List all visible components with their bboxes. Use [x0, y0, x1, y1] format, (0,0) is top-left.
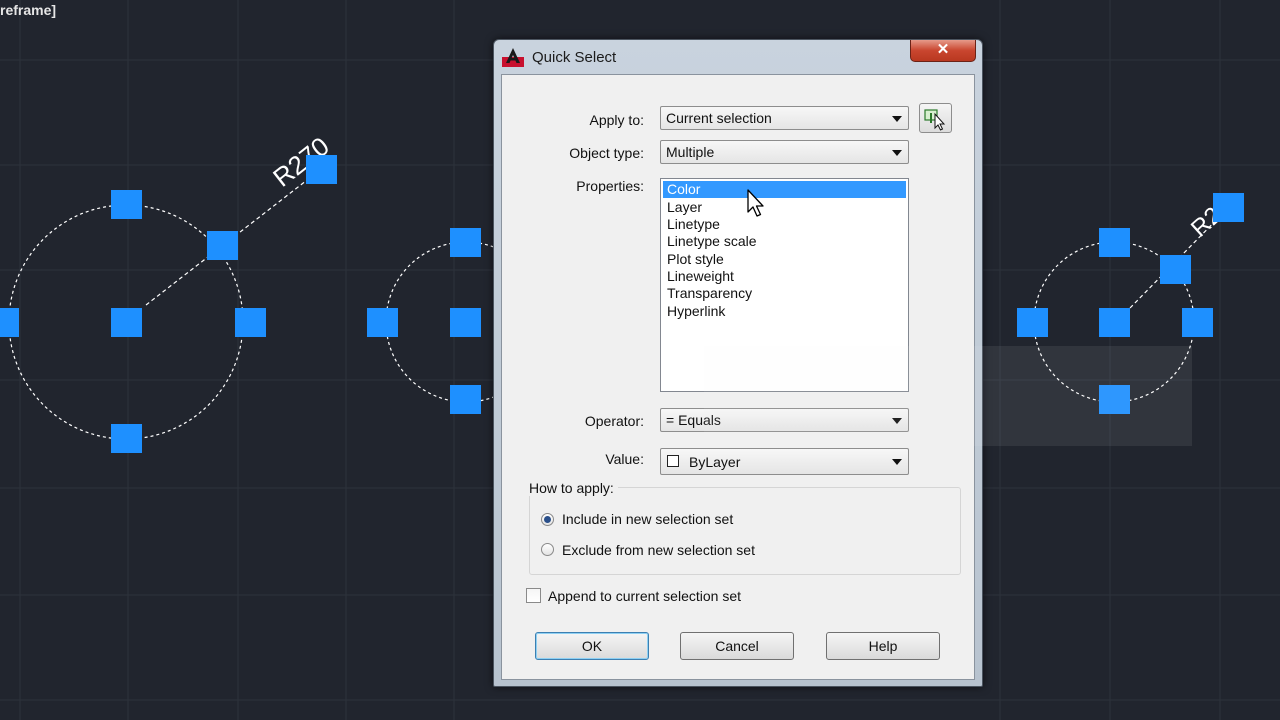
grip — [1017, 308, 1048, 337]
color-swatch — [667, 455, 679, 467]
properties-item-lineweight[interactable]: Lineweight — [663, 268, 906, 285]
include-radio[interactable] — [541, 513, 554, 526]
object-type-label: Object type: — [569, 145, 644, 161]
grip — [450, 385, 481, 414]
operator-label: Operator: — [584, 413, 644, 429]
how-to-apply-group — [529, 487, 961, 575]
ok-button[interactable]: OK — [535, 632, 649, 660]
include-label[interactable]: Include in new selection set — [562, 511, 733, 527]
chevron-down-icon — [892, 116, 902, 122]
value-label: Value: — [605, 451, 644, 467]
grip — [111, 308, 142, 337]
exclude-label[interactable]: Exclude from new selection set — [562, 542, 755, 558]
grip — [450, 308, 481, 337]
grip — [1182, 308, 1213, 337]
append-checkbox[interactable] — [526, 588, 541, 603]
mouse-cursor-icon — [747, 189, 764, 217]
grip — [306, 155, 337, 184]
object-type-value: Multiple — [666, 144, 715, 160]
properties-item-hyperlink[interactable]: Hyperlink — [663, 303, 906, 320]
properties-item-plot-style[interactable]: Plot style — [663, 251, 906, 268]
grip — [450, 228, 481, 257]
properties-item-layer[interactable]: Layer — [663, 199, 906, 216]
grip — [1213, 193, 1244, 222]
close-button[interactable]: ✕ — [910, 40, 976, 62]
chevron-down-icon — [892, 459, 902, 465]
help-button[interactable]: Help — [826, 632, 940, 660]
grip — [367, 308, 398, 337]
select-objects-icon — [924, 109, 946, 131]
dialog-title: Quick Select — [532, 49, 617, 66]
cancel-button[interactable]: Cancel — [680, 632, 794, 660]
object-type-dropdown[interactable]: Multiple — [660, 140, 909, 164]
viewport-style-label[interactable]: reframe] — [0, 2, 56, 18]
properties-item-color[interactable]: Color — [663, 181, 906, 198]
properties-item-linetype[interactable]: Linetype — [663, 216, 906, 233]
autocad-logo-icon — [502, 48, 524, 67]
chevron-down-icon — [892, 150, 902, 156]
grip — [111, 190, 142, 219]
properties-label: Properties: — [576, 178, 644, 194]
grip — [1160, 255, 1191, 284]
grip — [111, 424, 142, 453]
select-objects-button[interactable] — [919, 103, 952, 133]
exclude-radio[interactable] — [541, 543, 554, 556]
properties-item-transparency[interactable]: Transparency — [663, 285, 906, 302]
append-label[interactable]: Append to current selection set — [548, 588, 741, 604]
grip — [0, 308, 19, 337]
properties-item-linetype-scale[interactable]: Linetype scale — [663, 233, 906, 250]
apply-to-value: Current selection — [666, 110, 772, 126]
apply-to-dropdown[interactable]: Current selection — [660, 106, 909, 130]
dialog-titlebar[interactable]: Quick Select ✕ — [494, 40, 982, 74]
grip — [235, 308, 266, 337]
value-value: ByLayer — [689, 454, 741, 470]
tooltip-fading — [704, 346, 1192, 446]
value-dropdown[interactable]: ByLayer — [660, 448, 909, 475]
how-to-apply-label: How to apply: — [529, 480, 618, 496]
apply-to-label: Apply to: — [589, 112, 644, 128]
grip — [207, 231, 238, 260]
grip — [1099, 228, 1130, 257]
grip — [1099, 308, 1130, 337]
